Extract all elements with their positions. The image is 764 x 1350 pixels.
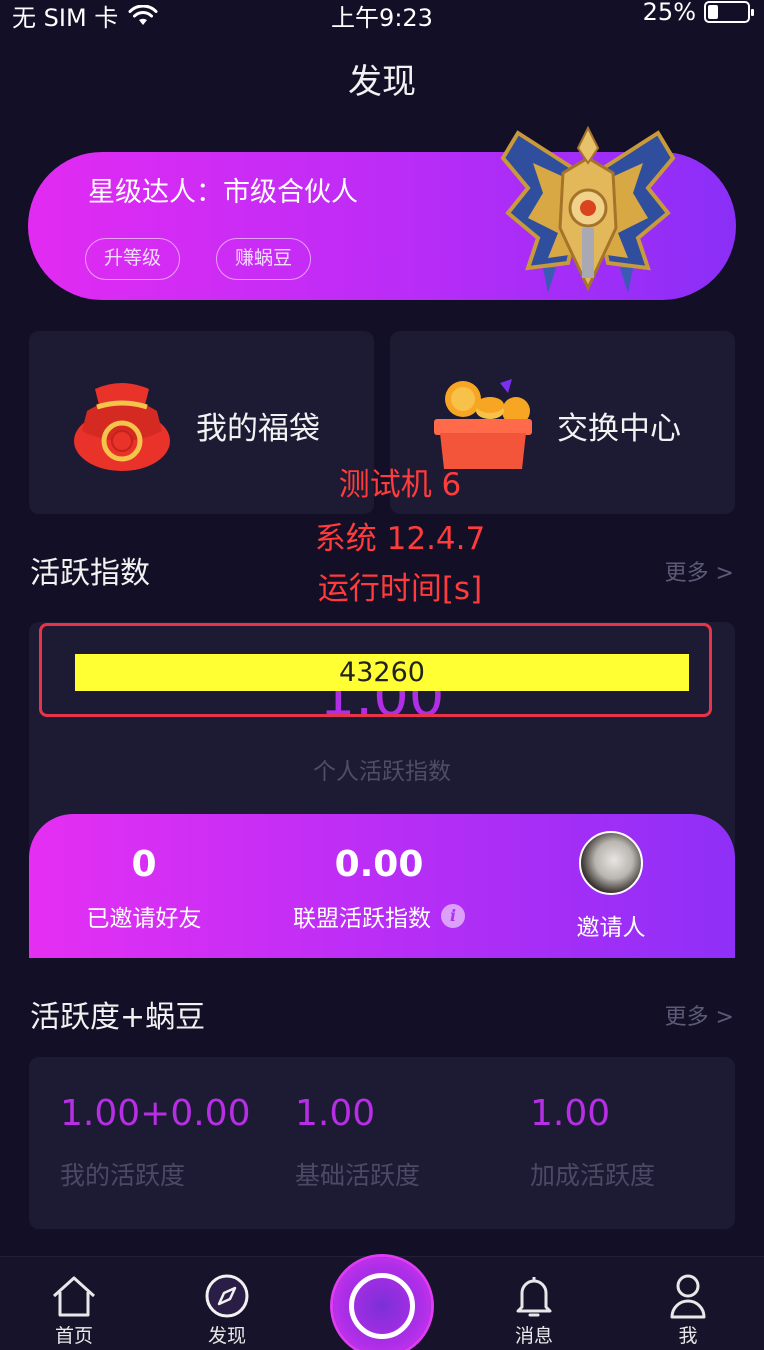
compass-icon (205, 1274, 249, 1318)
status-right: 25% (642, 0, 754, 26)
battery-percent: 25% (642, 0, 696, 26)
alliance-activity-stat[interactable]: 0.00 联盟活跃指数 i (279, 844, 479, 933)
bonus-activity-item: 1.00 加成活跃度 (530, 1093, 655, 1192)
info-icon[interactable]: i (441, 904, 465, 928)
activity-bean-section-title: 活跃度+蜗豆 (30, 1000, 206, 1035)
activity-bean-more-link[interactable]: 更多 > (665, 999, 734, 1031)
user-icon (670, 1274, 706, 1319)
runtime-frame (39, 623, 712, 717)
level-title: 星级达人：市级合伙人 (88, 177, 358, 208)
status-bar: 无 SIM 卡 上午9:23 25% (0, 0, 764, 32)
tab-me[interactable]: 我 (638, 1273, 738, 1348)
camera-lens-icon (349, 1273, 415, 1339)
earn-beans-button[interactable]: 赚蜗豆 (216, 238, 312, 280)
activity-bean-card: 1.00+0.00 我的活跃度 1.00 基础活跃度 1.00 加成活跃度 (29, 1057, 735, 1229)
bell-icon (516, 1277, 552, 1317)
my-activity-item: 1.00+0.00 我的活跃度 (60, 1093, 250, 1192)
tab-me-label: 我 (678, 1325, 698, 1347)
rank-emblem-icon (500, 125, 676, 293)
personal-activity-label: 个人活跃指数 (313, 759, 451, 785)
activity-more-link[interactable]: 更多 > (665, 555, 734, 587)
battery-level (708, 5, 718, 19)
discover-page: 无 SIM 卡 上午9:23 25% 发现 星级达人：市级合伙人 升等级 赚蜗豆 (0, 0, 764, 1350)
my-activity-label: 我的活跃度 (60, 1161, 186, 1190)
base-activity-value: 1.00 (295, 1093, 376, 1134)
base-activity-label: 基础活跃度 (295, 1161, 421, 1190)
lucky-bag-label: 我的福袋 (196, 411, 320, 447)
inviter-label: 邀请人 (576, 915, 646, 941)
tab-discover[interactable]: 发现 (177, 1273, 277, 1348)
alliance-activity-value: 0.00 (334, 844, 424, 885)
invited-friends-value: 0 (131, 844, 157, 885)
invited-friends-label: 已邀请好友 (86, 906, 202, 932)
my-activity-value: 1.00+0.00 (60, 1093, 251, 1134)
tab-messages[interactable]: 消息 (484, 1273, 584, 1348)
test-device-label: 测试机 6 (338, 467, 462, 503)
invited-friends-stat[interactable]: 0 已邀请好友 (69, 844, 219, 933)
alliance-activity-label: 联盟活跃指数 (293, 906, 431, 932)
page-title: 发现 (348, 62, 416, 102)
bonus-activity-label: 加成活跃度 (530, 1161, 656, 1190)
bonus-activity-value: 1.00 (530, 1093, 611, 1134)
camera-center-button[interactable] (333, 1257, 431, 1350)
lucky-bag-icon (74, 383, 170, 471)
inviter-avatar[interactable] (579, 831, 643, 895)
activity-section-title: 活跃指数 (30, 556, 150, 591)
exchange-box-icon (434, 379, 532, 469)
tab-messages-label: 消息 (514, 1325, 553, 1347)
system-version-label: 系统 12.4.7 (314, 521, 486, 557)
alliance-panel: 0 已邀请好友 0.00 联盟活跃指数 i 邀请人 (29, 814, 735, 958)
tab-discover-label: 发现 (207, 1325, 246, 1347)
tab-home[interactable]: 首页 (24, 1273, 124, 1348)
tab-home-label: 首页 (54, 1325, 93, 1347)
exchange-center-label: 交换中心 (557, 411, 681, 447)
runtime-label: 运行时间[s] (317, 571, 483, 607)
base-activity-item: 1.00 基础活跃度 (295, 1093, 420, 1192)
upgrade-button[interactable]: 升等级 (85, 238, 181, 280)
battery-icon (704, 1, 754, 23)
home-icon (52, 1276, 96, 1317)
